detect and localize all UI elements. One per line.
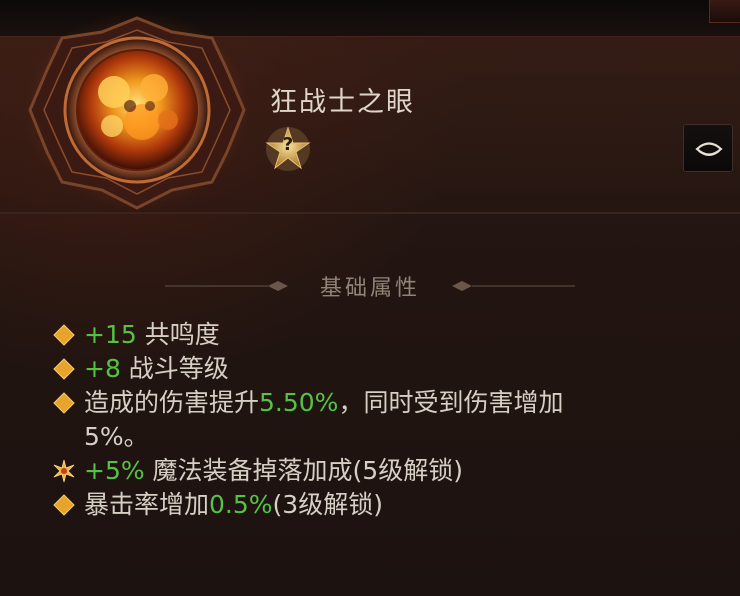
inspect-button[interactable]: [683, 124, 733, 172]
stat-magic-find: +5% 魔法装备掉落加成(5级解锁): [52, 454, 722, 488]
section-header: 基础属性: [0, 266, 740, 302]
item-title: 狂战士之眼: [270, 87, 415, 118]
stat-resonance: +15 共鸣度: [52, 318, 722, 352]
glowing-gem-icon: [25, 10, 249, 210]
stat-text: 魔法装备掉落加成(5级解锁): [144, 456, 463, 485]
eye-icon: [695, 142, 723, 156]
stat-combat-level: +8 战斗等级: [52, 352, 722, 386]
stat-text-continued: 5%。: [84, 422, 149, 451]
stat-text: (3级解锁): [272, 490, 383, 519]
stat-text: ，同时受到伤害增加: [338, 388, 564, 417]
diamond-bullet-icon: [53, 324, 75, 346]
stat-text: 共鸣度: [136, 320, 220, 349]
stat-list: +15 共鸣度 +8 战斗等级 造成的伤害提升5.50%，同时受到伤害增加 5%…: [52, 318, 722, 522]
stat-value: +8: [84, 354, 121, 383]
stat-value: +15: [84, 320, 137, 349]
rank-badge-text: ?: [282, 134, 294, 155]
stat-prefix: 暴击率增加: [84, 490, 210, 519]
stat-value: 0.5%: [209, 490, 273, 519]
diamond-bullet-icon: [53, 358, 75, 380]
star-badge-icon: ?: [263, 124, 313, 174]
stat-crit-rate: 暴击率增加0.5%(3级解锁): [52, 488, 722, 522]
diamond-bullet-icon: [53, 392, 75, 414]
section-title: 基础属性: [319, 276, 420, 301]
stat-prefix: 造成的伤害提升: [84, 388, 260, 417]
stat-value: +5%: [84, 456, 145, 485]
window-corner-ornament: [709, 0, 740, 23]
stat-value: 5.50%: [259, 388, 339, 417]
stat-text: 战斗等级: [120, 354, 229, 383]
stat-damage: 造成的伤害提升5.50%，同时受到伤害增加 5%。: [52, 386, 722, 454]
diamond-bullet-icon: [53, 494, 75, 516]
starburst-bullet-icon: [53, 459, 75, 483]
